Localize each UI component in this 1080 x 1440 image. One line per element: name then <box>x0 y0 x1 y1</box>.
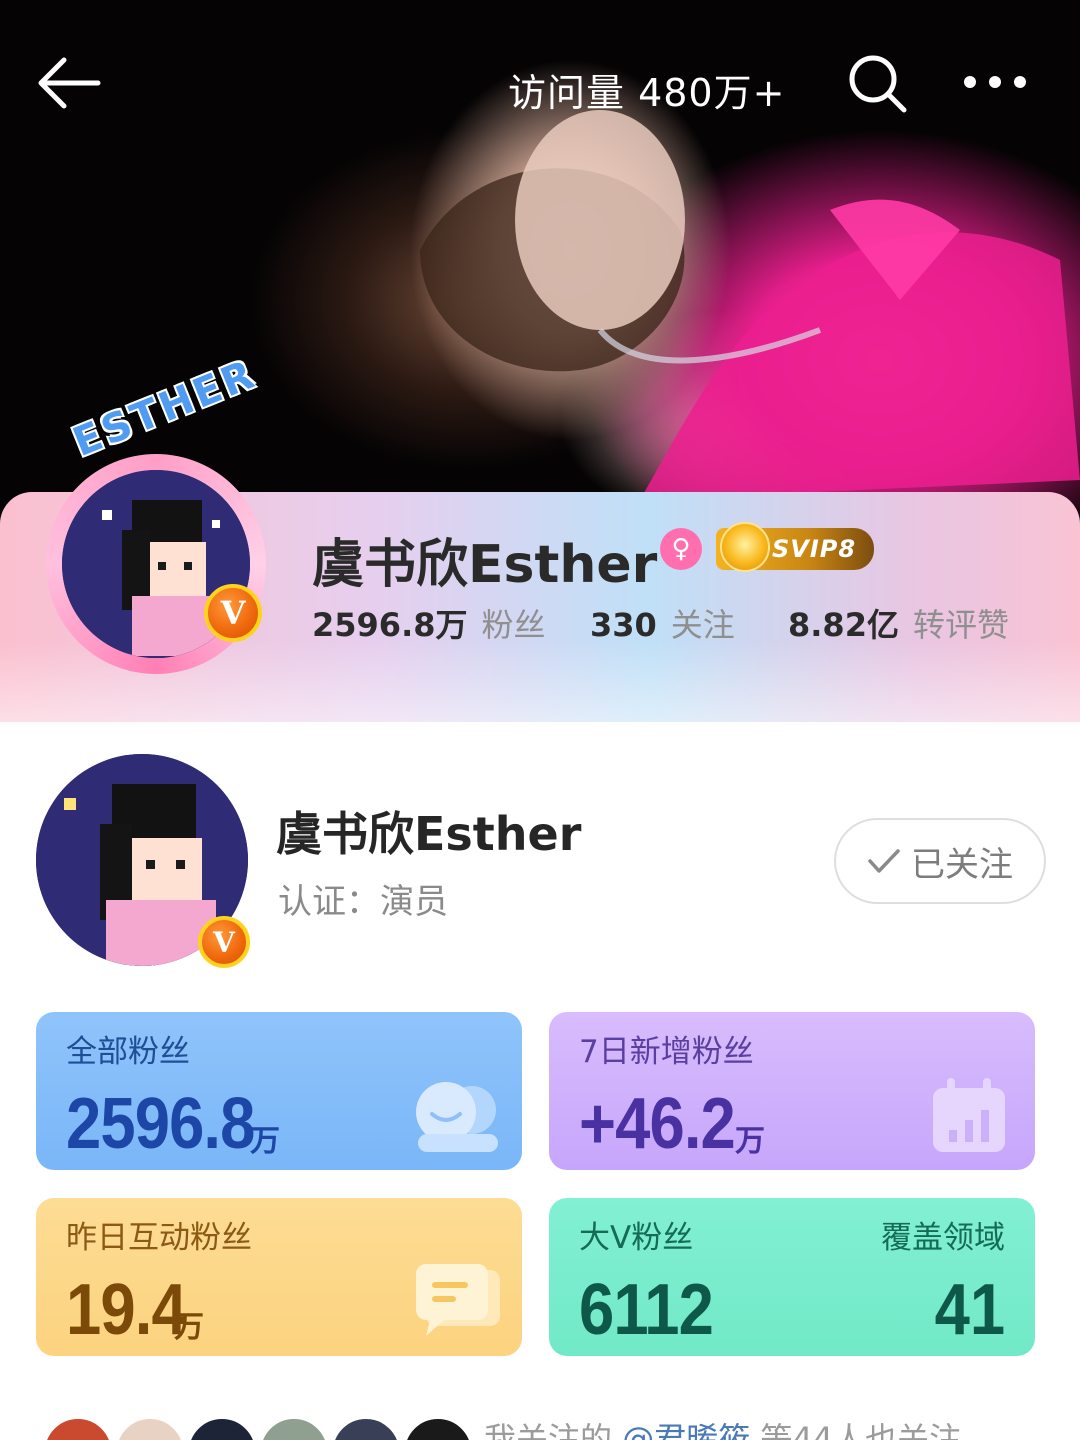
avatar <box>114 1416 186 1440</box>
interactive-fans-card[interactable]: 昨日互动粉丝 19.4 万 <box>36 1198 522 1356</box>
card-unit: 万 <box>174 1310 204 1345</box>
stat-value: 330 <box>590 606 657 644</box>
more-dots-icon[interactable] <box>960 64 1030 100</box>
calendar-chart-icon <box>933 1078 1005 1152</box>
stat-value: 8.82亿 <box>788 606 899 644</box>
arrow-left-icon[interactable] <box>36 56 102 110</box>
following-label: 已关注 <box>911 844 1013 885</box>
stat-interactions[interactable]: 8.82亿 转评赞 <box>788 600 1009 646</box>
bigv-fans-card[interactable]: 大V粉丝 6112 覆盖领域 41 <box>549 1198 1035 1356</box>
following-button[interactable]: 已关注 <box>834 818 1046 904</box>
avatar <box>402 1416 474 1440</box>
mutual-text: 我关注的 @君晞筱 等44人也关注 <box>484 1414 961 1440</box>
card-value: 6112 <box>579 1270 714 1350</box>
card-title: 昨日互动粉丝 <box>66 1220 252 1256</box>
card-unit: 万 <box>250 1124 280 1159</box>
avatar <box>186 1416 258 1440</box>
chat-bubble-icon <box>416 1264 500 1336</box>
new-fans-7d-card[interactable]: 7日新增粉丝 +46.2 万 <box>549 1012 1035 1170</box>
coverage-title: 覆盖领域 <box>881 1220 1005 1256</box>
card-value: +46.2 <box>579 1084 736 1164</box>
people-icon <box>416 1082 498 1152</box>
card-title: 全部粉丝 <box>66 1034 190 1070</box>
female-icon: ♀ <box>660 528 702 570</box>
profile-stats: 2596.8万 粉丝 330 关注 8.82亿 转评赞 <box>0 600 1080 644</box>
mutual-suffix: 等44人也关注 <box>760 1420 962 1440</box>
search-icon[interactable] <box>846 52 908 114</box>
avatar <box>258 1416 330 1440</box>
card-unit: 万 <box>735 1124 765 1159</box>
card-value: 2596.8 <box>66 1084 255 1164</box>
avatar <box>42 1416 114 1440</box>
crown-icon <box>720 522 770 572</box>
visit-count: 访问量 480万+ <box>508 71 786 115</box>
panel-name: 虞书欣Esther <box>276 807 582 861</box>
check-icon <box>868 849 900 873</box>
card-title: 7日新增粉丝 <box>579 1034 754 1070</box>
stat-label: 关注 <box>670 606 735 644</box>
stat-label: 转评赞 <box>912 606 1009 644</box>
svip-label: SVIP8 <box>772 535 857 563</box>
mutual-prefix: 我关注的 <box>484 1420 613 1440</box>
verified-badge-icon: V <box>198 916 250 968</box>
card-title: 大V粉丝 <box>579 1220 694 1256</box>
stat-fans[interactable]: 2596.8万 粉丝 <box>312 600 546 646</box>
top-navigation-bar: 访问量 480万+ <box>0 40 1080 130</box>
svip-badge[interactable]: SVIP8 <box>716 522 874 572</box>
avatar <box>330 1416 402 1440</box>
profile-name: 虞书欣Esther <box>312 535 658 595</box>
stat-label: 粉丝 <box>481 606 546 644</box>
stat-following[interactable]: 330 关注 <box>590 600 735 646</box>
total-fans-card[interactable]: 全部粉丝 2596.8 万 <box>36 1012 522 1170</box>
stat-value: 2596.8万 <box>312 606 468 644</box>
mutual-followers[interactable]: 我关注的 @君晞筱 等44人也关注 <box>0 1408 1080 1440</box>
verification-text: 认证：演员 <box>278 882 448 922</box>
card-value: 19.4 <box>66 1270 187 1350</box>
mutual-user-link[interactable]: @君晞筱 <box>622 1420 750 1440</box>
coverage-value: 41 <box>934 1270 1005 1350</box>
